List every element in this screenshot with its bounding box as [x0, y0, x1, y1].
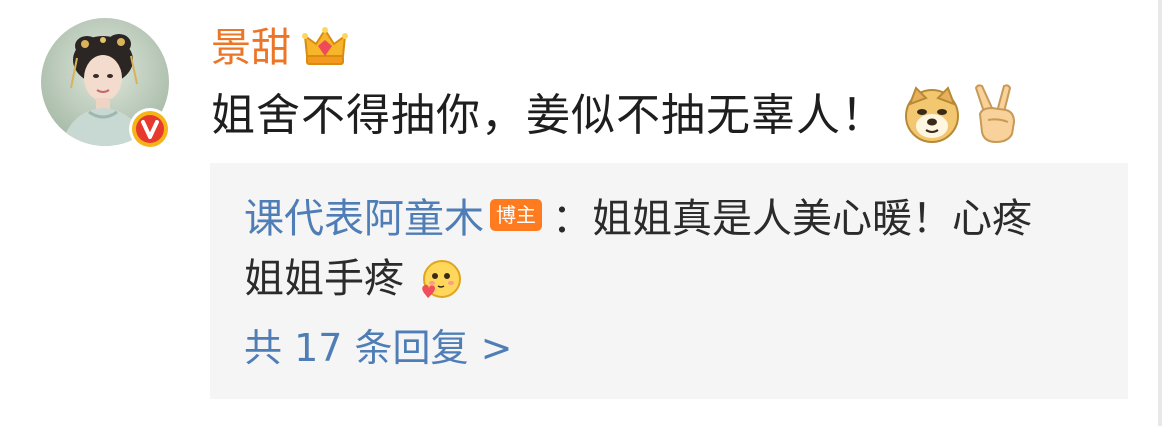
reply-line-1: 课代表阿童木 博主 ：姐姐真是人美心暖！心疼	[244, 193, 1032, 245]
reply-colon: ：	[552, 196, 592, 242]
comment-text: 姐舍不得抽你，姜似不抽无辜人！	[211, 90, 886, 141]
blogger-badge: 博主	[490, 199, 542, 231]
victory-hand-emoji-icon	[968, 82, 1024, 144]
love-face-emoji-icon	[418, 257, 464, 303]
avatar[interactable]	[41, 18, 171, 150]
doge-emoji-icon	[902, 84, 962, 144]
crown-icon	[301, 26, 349, 70]
reply-author[interactable]: 课代表阿童木	[244, 196, 484, 242]
reply-box[interactable]: 课代表阿童木 博主 ：姐姐真是人美心暖！心疼 姐姐手疼 共 17 条回复 >	[210, 163, 1128, 399]
reply-content-continued: 姐姐手疼	[244, 256, 404, 302]
reply-content: 姐姐真是人美心暖！心疼	[592, 196, 1032, 242]
username[interactable]: 景甜	[211, 24, 291, 72]
reply-line-2: 姐姐手疼	[244, 253, 461, 305]
view-replies-link[interactable]: 共 17 条回复 >	[244, 323, 512, 373]
verified-v-badge-icon	[128, 107, 172, 151]
scrollbar[interactable]	[1158, 0, 1162, 426]
